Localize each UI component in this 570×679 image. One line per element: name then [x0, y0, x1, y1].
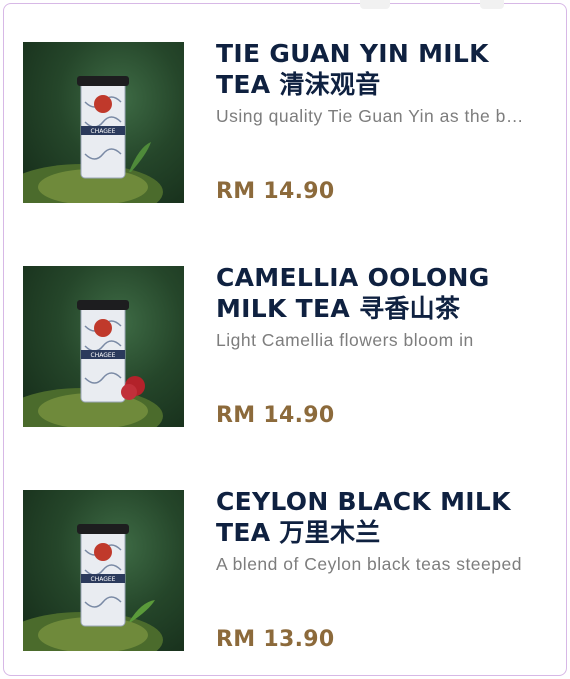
product-card[interactable]: CHAGEE TIE GUAN YIN MILK TEA 清沫观音 Using … [23, 39, 543, 204]
product-price: RM 14.90 [216, 403, 335, 428]
product-price: RM 13.90 [216, 627, 335, 652]
product-description: Light Camellia flowers bloom in [216, 330, 474, 350]
cup-brand-label: CHAGEE [91, 128, 116, 135]
cup-brand-label: CHAGEE [91, 352, 116, 359]
product-image[interactable]: CHAGEE [23, 42, 184, 203]
top-tab-indicators [360, 0, 510, 10]
product-description: A blend of Ceylon black teas steeped [216, 554, 522, 574]
product-name[interactable]: CAMELLIA OOLONG MILK TEA 寻香山茶 [216, 262, 541, 324]
product-price: RM 14.90 [216, 179, 335, 204]
product-description: Using quality Tie Guan Yin as the base [216, 106, 528, 126]
product-image[interactable]: CHAGEE [23, 490, 184, 651]
product-card[interactable]: CHAGEE CEYLON BLACK MILK TEA 万里木兰 A blen… [23, 487, 543, 652]
product-image[interactable]: CHAGEE [23, 266, 184, 427]
product-name[interactable]: CEYLON BLACK MILK TEA 万里木兰 [216, 486, 541, 548]
cup-brand-label: CHAGEE [91, 576, 116, 583]
product-card[interactable]: CHAGEE CAMELLIA OOLONG MILK TEA 寻香山茶 Lig… [23, 263, 543, 428]
product-name[interactable]: TIE GUAN YIN MILK TEA 清沫观音 [216, 38, 541, 100]
